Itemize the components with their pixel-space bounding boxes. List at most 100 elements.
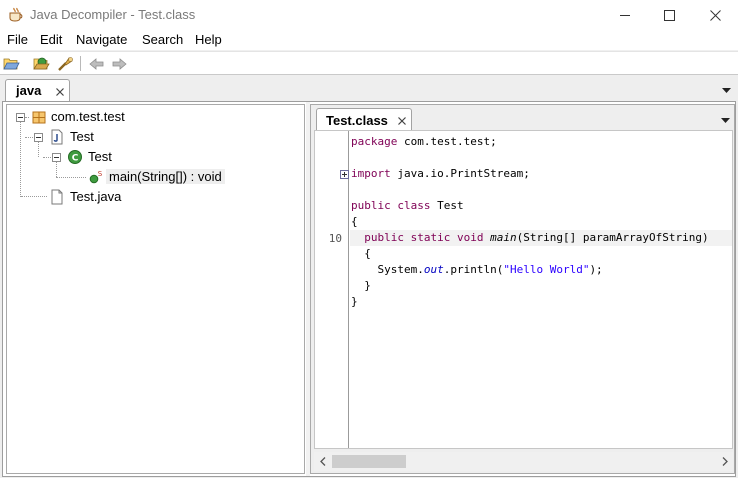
- tree-node-class[interactable]: C Test: [7, 148, 297, 166]
- tab-list-dropdown-icon[interactable]: [721, 118, 730, 123]
- close-tab-icon[interactable]: [55, 87, 65, 97]
- tab-test-class[interactable]: Test.class: [316, 108, 412, 131]
- code-token: .println(: [443, 263, 504, 276]
- tree-node-label: Test: [70, 129, 94, 144]
- scroll-right-button[interactable]: [716, 452, 733, 471]
- menu-file[interactable]: File: [7, 32, 28, 47]
- toolbar-separator: [80, 56, 81, 71]
- class-icon: C: [68, 150, 82, 164]
- code-token: out: [423, 263, 444, 276]
- java-file-icon: [51, 129, 63, 145]
- horizontal-scrollbar[interactable]: [314, 452, 733, 471]
- code-line: }: [350, 278, 732, 294]
- close-button[interactable]: [692, 0, 738, 30]
- scroll-left-button[interactable]: [314, 452, 331, 471]
- close-tab-icon[interactable]: [397, 116, 407, 126]
- file-icon: [51, 189, 63, 205]
- collapse-toggle-icon[interactable]: [52, 153, 61, 162]
- code-token: public class: [351, 199, 431, 212]
- collapse-toggle-icon[interactable]: [16, 113, 25, 122]
- code-line: {: [350, 214, 732, 230]
- tab-java[interactable]: java: [5, 79, 70, 101]
- open-type-button[interactable]: [32, 55, 50, 72]
- back-button[interactable]: [87, 55, 105, 72]
- static-method-icon: S: [89, 170, 103, 184]
- close-icon: [709, 9, 721, 21]
- code-line: public static void main(String[] paramAr…: [350, 230, 732, 246]
- code-token: package: [351, 135, 398, 148]
- open-type-icon: [32, 57, 50, 70]
- tree-node-compilation-unit[interactable]: Test: [7, 128, 297, 146]
- menu-bar: File Edit Navigate Search Help: [0, 30, 738, 51]
- collapse-toggle-icon[interactable]: [34, 133, 43, 142]
- search-button[interactable]: [56, 55, 74, 72]
- code-token: Test: [430, 199, 464, 212]
- code-line: {: [350, 246, 732, 262]
- tree-node-label: com.test.test: [51, 109, 125, 124]
- code-line: package com.test.test;: [350, 134, 732, 150]
- outer-tab-strip: java: [0, 75, 738, 101]
- tree-node-package[interactable]: com.test.test: [7, 108, 297, 126]
- expand-fold-icon[interactable]: [340, 170, 349, 179]
- minimize-button[interactable]: [602, 0, 648, 30]
- code-token: "Hello World": [503, 263, 590, 276]
- svg-text:S: S: [98, 170, 103, 178]
- tree-node-source-file[interactable]: Test.java: [7, 188, 297, 206]
- package-icon: [32, 111, 46, 124]
- code-token: }: [351, 295, 358, 308]
- code-token: main: [490, 231, 517, 244]
- code-token: }: [351, 279, 371, 292]
- main-tab-container: java com.test.test Test C Test S main(St…: [0, 74, 738, 478]
- search-icon: [57, 56, 73, 71]
- line-number-gutter: 10: [315, 131, 349, 448]
- code-token: public static void: [364, 231, 484, 244]
- code-line: public class Test: [350, 198, 732, 214]
- code-line: import java.io.PrintStream;: [350, 166, 732, 182]
- open-file-button[interactable]: [2, 55, 20, 72]
- code-viewer[interactable]: 10 package com.test.test; import java.io.…: [314, 130, 733, 449]
- menu-help[interactable]: Help: [195, 32, 222, 47]
- code-token: {: [351, 247, 371, 260]
- code-token: import: [351, 167, 391, 180]
- window-title: Java Decompiler - Test.class: [30, 7, 196, 22]
- tab-list-dropdown-icon[interactable]: [722, 88, 731, 93]
- editor-tab-strip: Test.class: [311, 105, 734, 131]
- chevron-right-icon: [722, 457, 728, 466]
- code-line: System.out.println("Hello World");: [350, 262, 732, 278]
- tab-label: java: [16, 83, 42, 98]
- code-line: }: [350, 294, 732, 310]
- code-token: );: [589, 263, 603, 276]
- code-token: (String[] paramArrayOfString): [516, 231, 709, 244]
- code-token: java.io.PrintStream;: [390, 167, 530, 180]
- menu-search[interactable]: Search: [142, 32, 183, 47]
- tree-node-label: Test.java: [70, 189, 122, 204]
- menu-edit[interactable]: Edit: [40, 32, 62, 47]
- tree-node-label: Test: [88, 149, 112, 164]
- open-folder-icon: [2, 58, 20, 69]
- forward-button[interactable]: [110, 55, 128, 72]
- forward-arrow-icon: [112, 57, 127, 70]
- toolbar: [0, 51, 738, 74]
- menu-navigate[interactable]: Navigate: [76, 32, 127, 47]
- class-tree-panel[interactable]: com.test.test Test C Test S main(String[…: [6, 104, 305, 474]
- tree-node-label: main(String[]) : void: [106, 169, 225, 184]
- maximize-button[interactable]: [646, 0, 692, 30]
- tab-label: Test.class: [326, 113, 388, 128]
- title-bar: Java Decompiler - Test.class: [0, 0, 738, 30]
- workspace: com.test.test Test C Test S main(String[…: [2, 101, 736, 477]
- back-arrow-icon: [88, 57, 103, 70]
- scroll-thumb[interactable]: [332, 455, 406, 468]
- chevron-left-icon: [319, 457, 325, 466]
- svg-text:C: C: [72, 154, 79, 164]
- code-token: com.test.test;: [397, 135, 497, 148]
- maximize-icon: [663, 9, 675, 21]
- tree-node-method[interactable]: S main(String[]) : void: [7, 168, 297, 186]
- line-number: 10: [328, 232, 342, 245]
- code-token: {: [351, 215, 358, 228]
- editor-panel: Test.class 10 package com.test.test; impo…: [310, 104, 735, 474]
- code-token: System.: [351, 263, 424, 276]
- minimize-icon: [619, 14, 630, 16]
